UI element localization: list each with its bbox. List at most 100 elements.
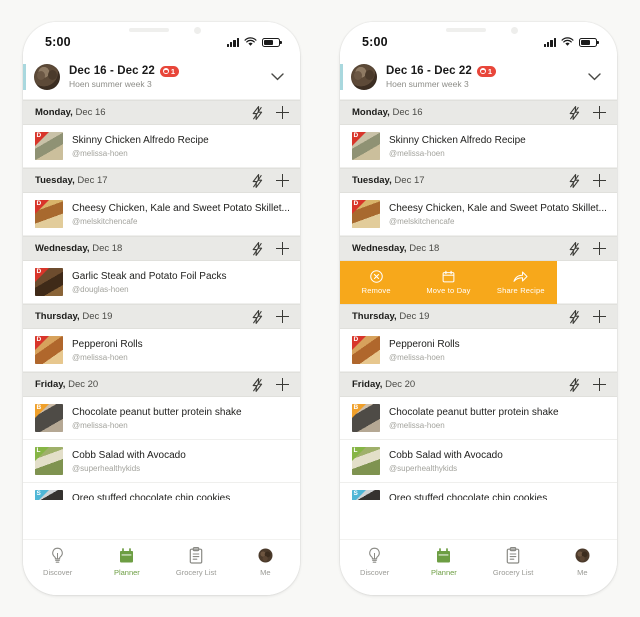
recipe-row[interactable]: S Oreo stuffed chocolate chip cookies@nat… xyxy=(340,483,617,500)
day-date: Dec 19 xyxy=(396,311,430,322)
day-header-row: Thursday, Dec 19 xyxy=(340,304,617,329)
page-title: Dec 16 - Dec 22 xyxy=(69,65,155,78)
chevron-down-icon[interactable] xyxy=(580,64,605,90)
recipe-thumbnail: D xyxy=(35,336,63,364)
recipe-text: Cobb Salad with Avocado @superhealthykids xyxy=(72,450,290,473)
calendar-icon xyxy=(119,547,134,564)
recipe-row[interactable]: DGarlic Steak and Potato Foil Packs@doug… xyxy=(23,261,300,304)
meal-type-letter: S xyxy=(353,490,358,497)
recipe-title: Chocolate peanut butter protein shake xyxy=(389,406,559,418)
recipe-thumbnail: D xyxy=(352,336,380,364)
tab-grocery-list[interactable]: Grocery List xyxy=(162,547,231,577)
plan-title-row: Dec 16 - Dec 22 1 xyxy=(69,65,263,77)
plus-icon[interactable] xyxy=(276,378,289,391)
tab-planner[interactable]: Planner xyxy=(409,547,478,577)
lightning-bolt-icon[interactable] xyxy=(252,241,263,256)
avatar[interactable] xyxy=(34,64,60,90)
plus-icon[interactable] xyxy=(593,106,606,119)
day-date: Dec 16 xyxy=(389,107,423,118)
recipe-row[interactable]: D Skinny Chicken Alfredo Recipe @melissa-h… xyxy=(340,125,617,168)
recipe-thumbnail: B xyxy=(35,404,63,432)
plus-icon[interactable] xyxy=(276,242,289,255)
wifi-icon xyxy=(561,37,574,47)
cellular-signal-icon xyxy=(226,37,239,47)
day-date: Dec 20 xyxy=(65,379,99,390)
day-header-row: Thursday, Dec 19 xyxy=(23,304,300,329)
day-actions xyxy=(252,309,289,324)
plan-header[interactable]: Dec 16 - Dec 22 1 Hoen summer week 3 xyxy=(23,56,300,100)
avatar[interactable] xyxy=(351,64,377,90)
recipe-row[interactable]: S Oreo stuffed chocolate chip cookies@nat… xyxy=(23,483,300,500)
day-actions xyxy=(252,241,289,256)
meal-type-letter: B xyxy=(353,404,359,411)
day-header-row: Friday, Dec 20 xyxy=(340,372,617,397)
plus-icon[interactable] xyxy=(593,378,606,391)
day-label: Monday, Dec 16 xyxy=(352,107,569,118)
plan-header[interactable]: Dec 16 - Dec 22 1 Hoen summer week 3 xyxy=(340,56,617,100)
plus-icon[interactable] xyxy=(593,310,606,323)
recipe-row[interactable]: D Skinny Chicken Alfredo Recipe @melissa-h… xyxy=(23,125,300,168)
planner-list-left[interactable]: Monday, Dec 16 D Skinny Chicken Alfredo Re… xyxy=(23,100,300,500)
swipe-action-bar[interactable]: Remove Move to Day Share Recipe xyxy=(340,260,557,304)
lightning-bolt-icon[interactable] xyxy=(569,377,580,392)
badge-count: 1 xyxy=(170,66,176,76)
cellular-signal-icon xyxy=(543,37,556,47)
tab-discover[interactable]: Discover xyxy=(340,547,409,577)
lightning-bolt-icon[interactable] xyxy=(569,309,580,324)
meal-type-letter: D xyxy=(36,132,42,139)
tab-planner[interactable]: Planner xyxy=(92,547,161,577)
recipe-row[interactable]: L Cobb Salad with Avocado @superhealthykid… xyxy=(340,440,617,483)
recipe-title: Cobb Salad with Avocado xyxy=(72,449,186,461)
day-actions xyxy=(569,377,606,392)
recipe-thumbnail: D xyxy=(35,268,63,296)
recipe-row[interactable]: DGarlic Steak and Potato Foil Packs@doug… xyxy=(340,260,617,304)
tab-bar-left[interactable]: Discover Planner Grocery List Me xyxy=(23,539,300,595)
day-label: Thursday, Dec 19 xyxy=(35,311,252,322)
lightning-bolt-icon[interactable] xyxy=(569,173,580,188)
day-actions xyxy=(569,105,606,120)
recipe-row[interactable]: D Pepperoni Rolls @melissa-hoen xyxy=(340,329,617,372)
lightning-bolt-icon[interactable] xyxy=(252,173,263,188)
recipe-row[interactable]: B Chocolate peanut butter protein shake @m… xyxy=(340,397,617,440)
tab-me[interactable]: Me xyxy=(548,547,617,577)
recipe-thumbnail: D xyxy=(35,200,63,228)
recipe-title: Cobb Salad with Avocado xyxy=(389,449,503,461)
recipe-author: @melissa-hoen xyxy=(72,420,128,430)
recipe-author: @melskitchencafe xyxy=(389,216,455,226)
planner-list-right[interactable]: Monday, Dec 16 D Skinny Chicken Alfredo Re… xyxy=(340,100,617,500)
recipe-row[interactable]: D Cheesy Chicken, Kale and Sweet Potato S… xyxy=(340,193,617,236)
lightning-bolt-icon[interactable] xyxy=(252,377,263,392)
day-date: Dec 18 xyxy=(406,243,440,254)
lightning-bolt-icon[interactable] xyxy=(252,309,263,324)
tab-me[interactable]: Me xyxy=(231,547,300,577)
day-label: Monday, Dec 16 xyxy=(35,107,252,118)
plus-icon[interactable] xyxy=(593,242,606,255)
tab-bar-right[interactable]: Discover Planner Grocery List Me xyxy=(340,539,617,595)
day-header-row: Tuesday, Dec 17 xyxy=(23,168,300,193)
day-header-row: Tuesday, Dec 17 xyxy=(340,168,617,193)
recipe-row[interactable]: B Chocolate peanut butter protein shake @m… xyxy=(23,397,300,440)
chevron-down-icon[interactable] xyxy=(263,64,288,90)
battery-icon xyxy=(579,37,600,47)
meal-type-letter: D xyxy=(36,268,42,275)
plus-icon[interactable] xyxy=(276,310,289,323)
action-share-recipe-button[interactable]: Share Recipe xyxy=(485,270,557,295)
tab-discover[interactable]: Discover xyxy=(23,547,92,577)
plan-title-row: Dec 16 - Dec 22 1 xyxy=(386,65,580,77)
recipe-row[interactable]: D Pepperoni Rolls @melissa-hoen xyxy=(23,329,300,372)
phone-right: 5:00 Dec 16 - Dec 22 1 Hoen summer week … xyxy=(340,22,617,595)
action-remove-button[interactable]: Remove xyxy=(340,269,412,295)
lightning-bolt-icon[interactable] xyxy=(569,241,580,256)
tab-grocery-list[interactable]: Grocery List xyxy=(479,547,548,577)
tab-label: Planner xyxy=(430,568,457,577)
plus-icon[interactable] xyxy=(593,174,606,187)
lightning-bolt-icon[interactable] xyxy=(252,105,263,120)
plus-icon[interactable] xyxy=(276,106,289,119)
recipe-row[interactable]: D Cheesy Chicken, Kale and Sweet Potato S… xyxy=(23,193,300,236)
lightning-bolt-icon[interactable] xyxy=(569,105,580,120)
action-move-to-day-button[interactable]: Move to Day xyxy=(412,270,484,295)
profile-avatar-icon xyxy=(575,547,590,564)
recipe-row[interactable]: L Cobb Salad with Avocado @superhealthykid… xyxy=(23,440,300,483)
day-header-row: Monday, Dec 16 xyxy=(340,100,617,125)
plus-icon[interactable] xyxy=(276,174,289,187)
